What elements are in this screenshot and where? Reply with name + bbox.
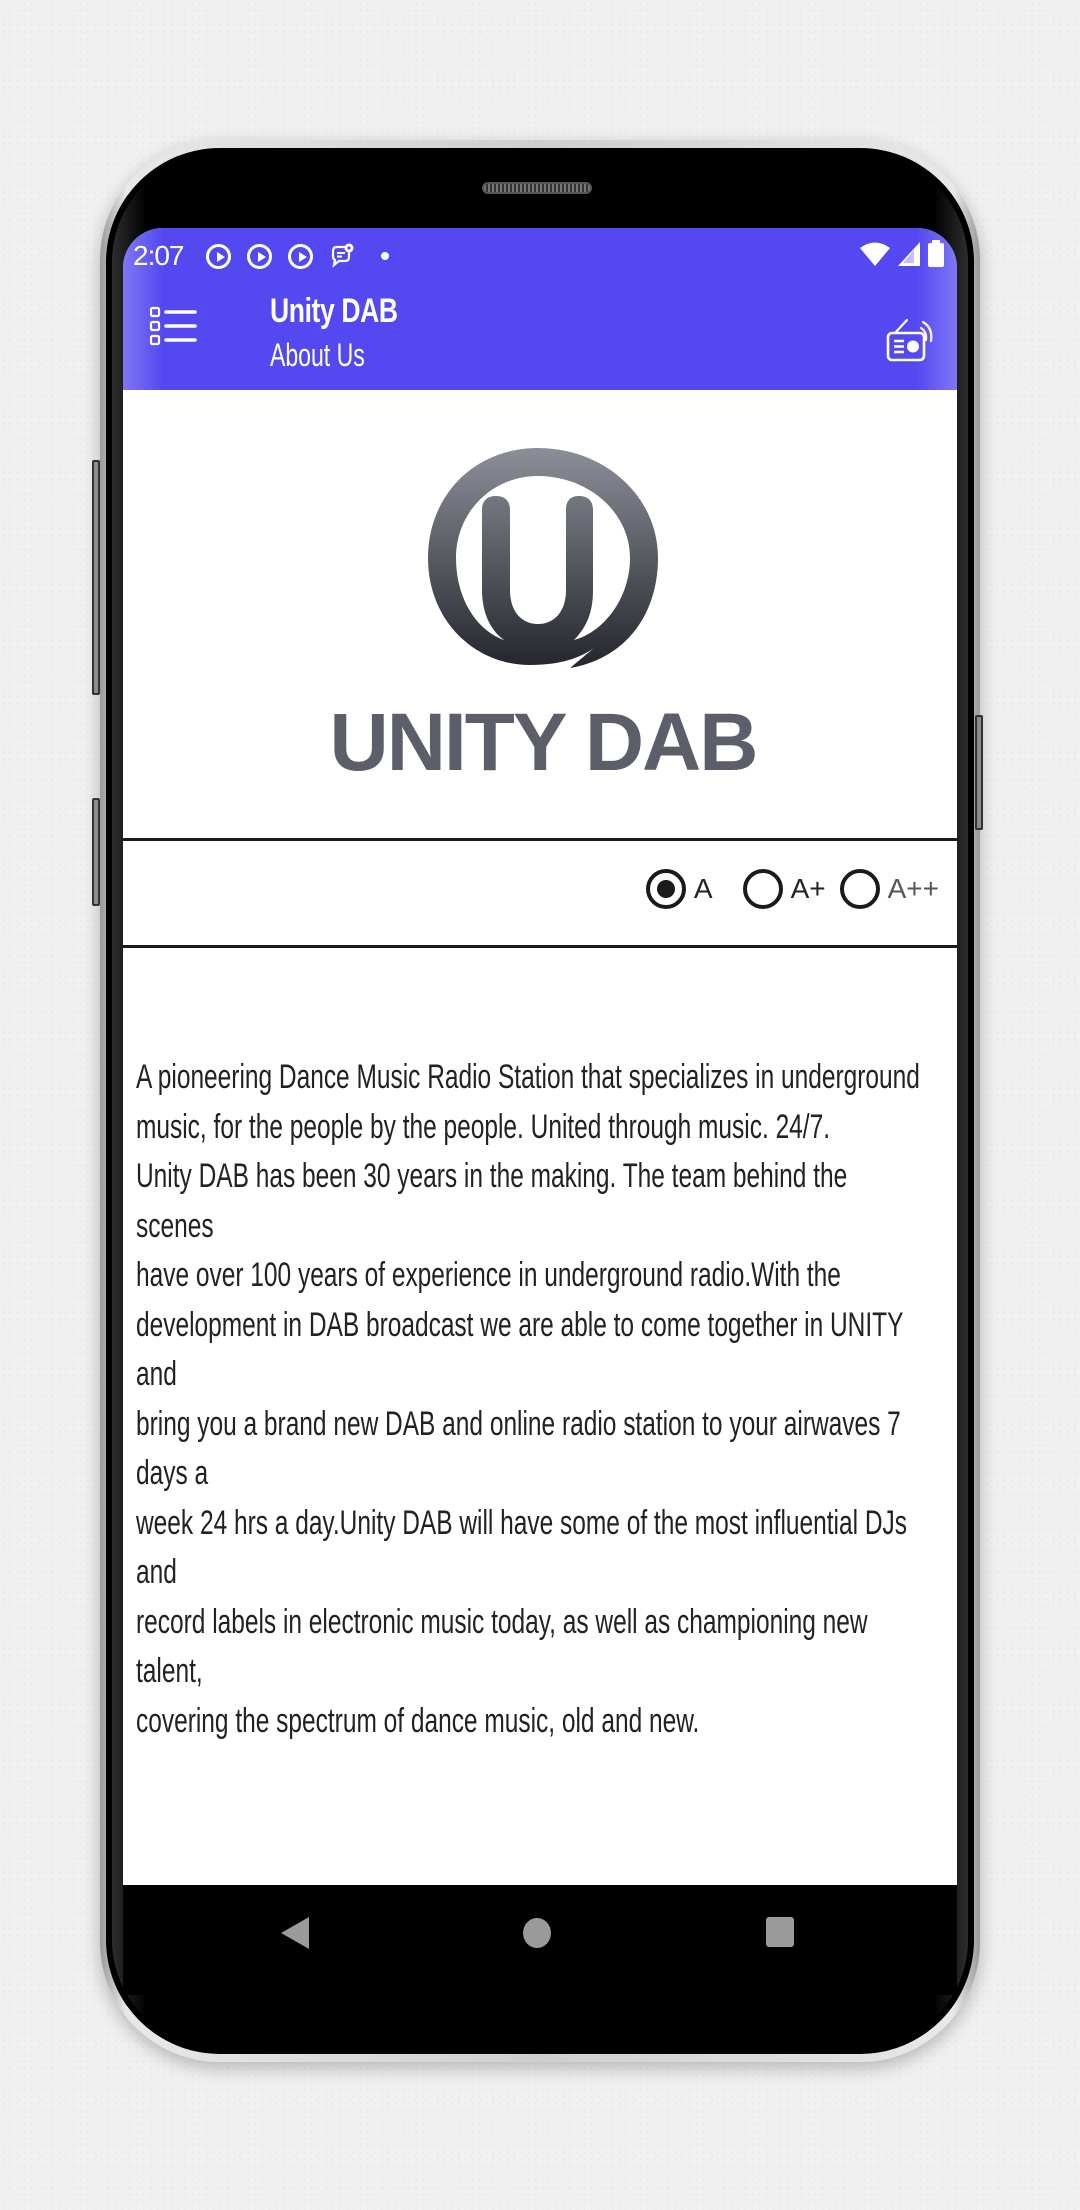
logo-u-mark-icon (428, 448, 658, 668)
about-line: Unity DAB has been 30 years in the makin… (136, 1157, 848, 1195)
dot-icon (380, 252, 389, 260)
app-bar: Unity DAB About Us (123, 284, 957, 390)
status-time: 2:07 (133, 240, 184, 271)
status-bar: 2:07 (123, 228, 957, 284)
app-title: Unity DAB (270, 292, 398, 330)
about-line: days a (136, 1454, 209, 1492)
cellular-signal-icon (898, 242, 920, 266)
volume-down-button (92, 798, 100, 906)
top-bar: 2:07 Unity DAB About Us (123, 228, 957, 390)
home-icon[interactable] (523, 1918, 551, 1948)
play-circle-icon (287, 243, 313, 269)
about-line: scenes (136, 1206, 214, 1245)
play-circle-icon (205, 243, 231, 269)
about-text: A pioneering Dance Music Radio Station t… (136, 1053, 951, 1746)
page-subtitle: About Us (270, 337, 365, 373)
about-line: and (136, 1355, 177, 1393)
about-line: and (136, 1553, 177, 1591)
text-size-selector: A A+ A++ (123, 841, 957, 946)
app-screen: 2:07 Unity DAB About Us UNITY DAB A A+ A… (123, 228, 957, 1885)
text-size-option-a-plus[interactable]: A+ (742, 869, 826, 909)
about-line: development in DAB broadcast we are able… (136, 1305, 904, 1344)
about-line: A pioneering Dance Music Radio Station t… (136, 1058, 920, 1096)
text-size-options: A A+ A++ (645, 869, 939, 909)
logo-area: UNITY DAB (123, 390, 957, 838)
about-line: bring you a brand new DAB and online rad… (136, 1404, 901, 1443)
power-button (975, 715, 983, 830)
chat-bubble-icon (331, 243, 353, 268)
wifi-icon (860, 242, 890, 266)
back-icon[interactable] (281, 1917, 309, 1949)
recents-icon[interactable] (766, 1917, 794, 1947)
text-size-label: A++ (887, 873, 939, 904)
text-size-option-a-plus-plus[interactable]: A++ (839, 869, 939, 909)
about-line: record labels in electronic music today,… (136, 1602, 868, 1641)
play-circle-icon (246, 243, 272, 269)
about-line: have over 100 years of experience in und… (136, 1256, 841, 1294)
text-size-option-a[interactable]: A (645, 869, 713, 909)
battery-icon (928, 240, 944, 267)
about-line: talent, (136, 1652, 203, 1690)
about-line: covering the spectrum of dance music, ol… (136, 1701, 700, 1740)
divider-bottom (123, 945, 957, 948)
radio-button[interactable] (839, 869, 880, 909)
logo-wordmark: UNITY DAB (330, 697, 757, 788)
radio-icon[interactable] (885, 316, 937, 366)
about-line: music, for the people by the people. Uni… (136, 1107, 831, 1146)
app-bar-titles: Unity DAB About Us (270, 292, 434, 374)
unity-dab-logo: UNITY DAB (330, 448, 758, 788)
list-menu-icon[interactable] (149, 300, 199, 350)
system-nav-bar (123, 1885, 957, 1995)
notification-icons (205, 243, 389, 269)
earpiece-speaker (482, 182, 592, 194)
volume-up-button (92, 460, 100, 695)
text-size-label: A+ (790, 873, 826, 904)
system-icons (859, 240, 945, 268)
text-size-label: A (693, 873, 713, 904)
about-line: week 24 hrs a day.Unity DAB will have so… (136, 1503, 908, 1542)
radio-button[interactable] (742, 869, 783, 909)
radio-button-selected[interactable] (645, 869, 686, 909)
